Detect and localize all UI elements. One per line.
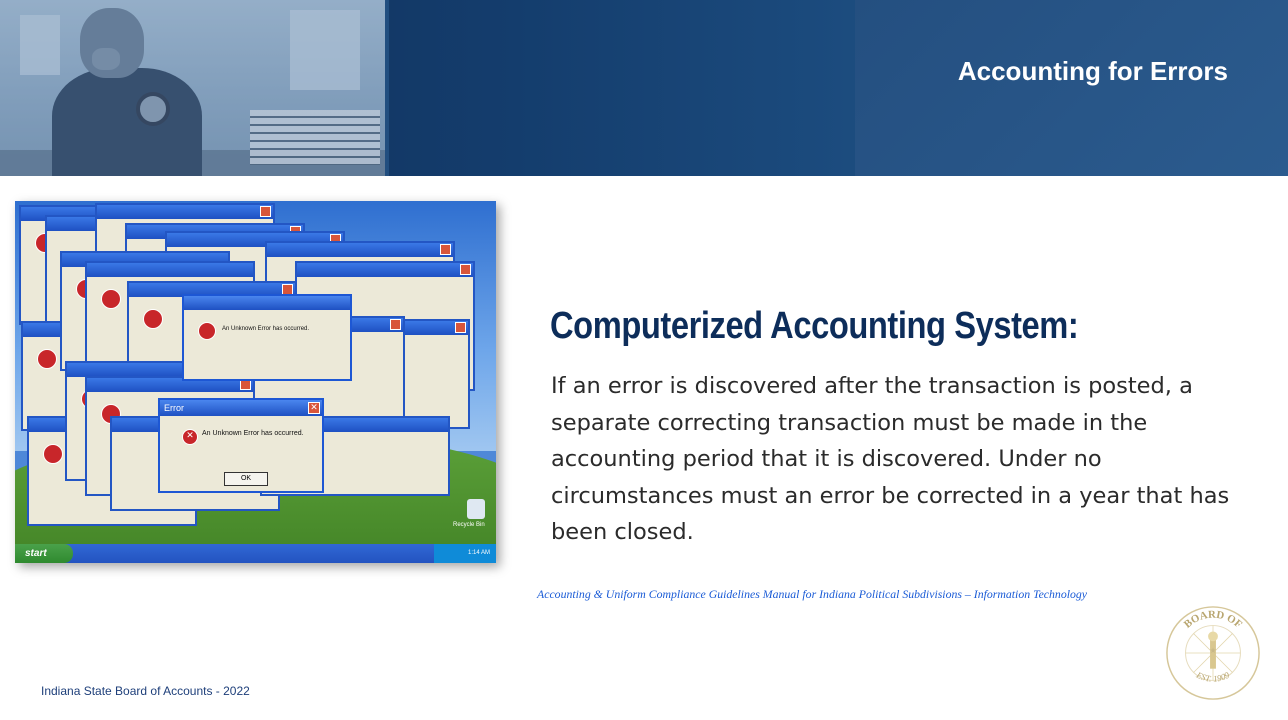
error-icon: ✕ bbox=[182, 429, 198, 445]
error-dialog-front: Error ✕ ✕ An Unknown Error has occurred.… bbox=[158, 398, 324, 493]
close-icon: ✕ bbox=[308, 402, 320, 414]
header-banner: Accounting for Errors bbox=[0, 0, 1288, 176]
system-tray-clock: 1:14 AM bbox=[434, 544, 496, 563]
surprised-man-photo bbox=[0, 0, 385, 176]
error-dialogs-screenshot: An Unknown Error has occurred. Error ✕ ✕… bbox=[15, 201, 496, 563]
footer-text: Indiana State Board of Accounts - 2022 bbox=[41, 684, 250, 698]
error-message: An Unknown Error has occurred. bbox=[202, 430, 304, 437]
state-board-of-accounts-seal-icon: BOARD OF EST. 1909 ★ bbox=[1166, 606, 1260, 700]
error-icon bbox=[198, 322, 216, 340]
body-paragraph: If an error is discovered after the tran… bbox=[551, 373, 1230, 545]
banner-title: Accounting for Errors bbox=[957, 56, 1228, 86]
recycle-bin-label: Recycle Bin bbox=[453, 522, 485, 528]
start-button: start bbox=[15, 544, 73, 563]
error-dialog-middle: An Unknown Error has occurred. bbox=[182, 294, 352, 381]
source-citation: Accounting & Uniform Compliance Guidelin… bbox=[537, 587, 1088, 601]
banner-title-panel bbox=[855, 0, 1288, 176]
banner-divider bbox=[385, 0, 389, 176]
svg-text:★: ★ bbox=[1209, 646, 1216, 655]
error-dialog-title: Error bbox=[160, 400, 322, 416]
recycle-bin-icon bbox=[467, 499, 485, 519]
ok-button: OK bbox=[224, 472, 268, 486]
slide: Accounting for Errors An Unknown Error h… bbox=[0, 0, 1288, 720]
taskbar bbox=[15, 544, 496, 563]
error-message: An Unknown Error has occurred. bbox=[222, 326, 310, 332]
slide-heading: Computerized Accounting System: bbox=[550, 305, 1079, 347]
